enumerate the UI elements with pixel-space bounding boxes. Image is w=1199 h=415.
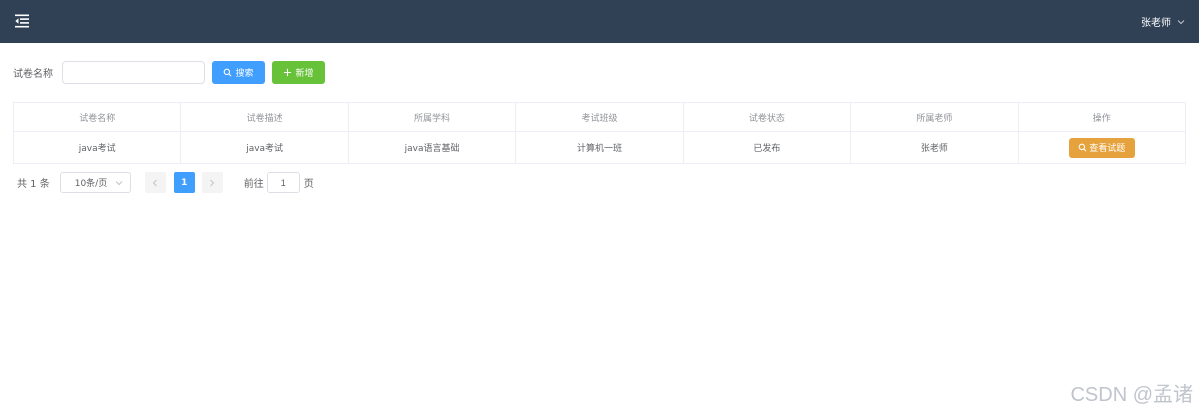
page-suffix: 页: [303, 179, 314, 190]
column-header: 试卷状态: [682, 102, 852, 132]
view-questions-button[interactable]: 查看试题: [1068, 137, 1135, 158]
cell-status: 已发布: [682, 131, 852, 164]
column-header: 所属学科: [347, 102, 517, 132]
add-button-label: 新增: [295, 69, 314, 79]
page-number-current[interactable]: 1: [173, 172, 195, 193]
cell-teacher: 张老师: [850, 131, 1019, 164]
hamburger-fold-icon[interactable]: [14, 13, 30, 29]
page-size-select[interactable]: 10条/页: [59, 172, 131, 193]
paper-name-label: 试卷名称: [13, 69, 53, 80]
cell-description: java考试: [180, 131, 349, 164]
pagination: 共 1 条 10条/页 1 前往 页: [17, 172, 314, 193]
column-header: 试卷名称: [12, 102, 182, 132]
chevron-left-icon: [153, 179, 158, 186]
user-name: 张老师: [1141, 18, 1171, 29]
paper-table: 试卷名称 试卷描述 所属学科 考试班级 试卷状态 所属老师 操作 java考试 …: [12, 102, 1187, 164]
search-form: 试卷名称 搜索 新增: [13, 61, 325, 84]
goto-page-input[interactable]: [266, 172, 300, 193]
page-size-value: 10条/页: [74, 179, 108, 189]
cell-actions: 查看试题: [1017, 131, 1187, 164]
plus-icon: [284, 68, 292, 77]
cell-class: 计算机一班: [515, 131, 684, 164]
next-page-button[interactable]: [201, 172, 223, 193]
column-header: 试卷描述: [180, 102, 349, 132]
top-navbar: 张老师: [0, 0, 1199, 43]
chevron-down-icon: [115, 180, 123, 185]
chevron-right-icon: [210, 179, 215, 186]
watermark: CSDN @孟诸: [1070, 384, 1193, 406]
chevron-down-icon: [1177, 19, 1185, 24]
table-header-row: 试卷名称 试卷描述 所属学科 考试班级 试卷状态 所属老师 操作: [12, 102, 1187, 132]
column-header: 所属老师: [850, 102, 1019, 132]
total-count: 共 1 条: [17, 179, 50, 190]
user-dropdown[interactable]: 张老师: [1141, 0, 1185, 43]
paper-name-input[interactable]: [62, 61, 205, 84]
prev-page-button[interactable]: [144, 172, 166, 193]
view-questions-label: 查看试题: [1089, 144, 1126, 154]
table-row: java考试 java考试 java语言基础 计算机一班 已发布 张老师 查看试…: [12, 131, 1187, 164]
search-button[interactable]: 搜索: [212, 61, 265, 84]
add-button[interactable]: 新增: [272, 61, 325, 84]
search-button-label: 搜索: [235, 69, 254, 79]
column-header: 考试班级: [515, 102, 684, 132]
column-header: 操作: [1017, 102, 1187, 132]
goto-label: 前往: [243, 179, 264, 190]
search-icon: [224, 68, 232, 77]
cell-subject: java语言基础: [347, 131, 517, 164]
cell-paper-name: java考试: [12, 131, 182, 164]
search-icon: [1078, 143, 1087, 152]
